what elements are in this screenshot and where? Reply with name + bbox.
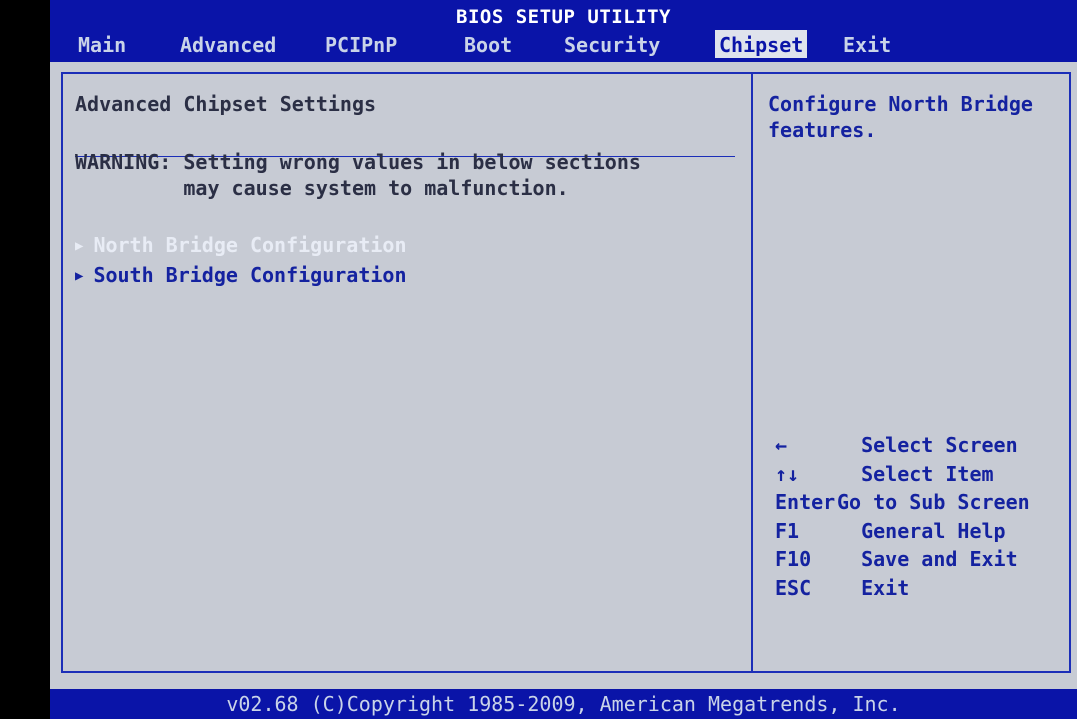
menu-chipset[interactable]: Chipset [715, 30, 808, 58]
copyright-footer: v02.68 (C)Copyright 1985-2009, American … [50, 689, 1077, 719]
north-bridge-config-item[interactable]: ▶ North Bridge Configuration [75, 232, 407, 259]
key-desc: Go to Sub Screen [837, 490, 1030, 514]
key-desc: Select Item [837, 461, 994, 486]
key-desc: Save and Exit [837, 547, 1018, 571]
left-black-strip [0, 0, 50, 719]
menu-security[interactable]: Security [560, 30, 664, 58]
key-name: F1 [775, 518, 800, 543]
key-desc: Exit [837, 575, 910, 600]
submenu-label: South Bridge Configuration [93, 263, 407, 287]
title-bar: BIOS SETUP UTILITY [50, 0, 1077, 30]
key-desc: Select Screen [837, 433, 1018, 457]
menu-boot[interactable]: Boot [460, 30, 516, 58]
menu-advanced[interactable]: Advanced [176, 30, 280, 58]
key-legend-row: F10 Save and Exit [775, 545, 1030, 574]
left-arrow-key-icon: ← [775, 433, 788, 457]
help-text: Configure North Bridge features. [768, 92, 1033, 142]
menu-pcipnp[interactable]: PCIPnP [321, 30, 401, 58]
key-legend-row: ← Select Screen [775, 431, 1030, 460]
key-legend-row: ↑↓ Select Item [775, 460, 1030, 489]
submenu-arrow-icon: ▶ [75, 238, 84, 254]
key-legend-row: ESC Exit [775, 574, 1030, 603]
submenu-arrow-icon: ▶ [75, 268, 84, 284]
menu-exit[interactable]: Exit [839, 30, 895, 58]
menu-main[interactable]: Main [74, 30, 130, 58]
key-desc: General Help [837, 518, 1006, 543]
key-name: ESC [775, 575, 812, 600]
submenu-label: North Bridge Configuration [93, 233, 407, 257]
up-down-arrow-key-icon: ↑↓ [775, 461, 800, 486]
page-title: Advanced Chipset Settings [75, 92, 377, 116]
key-legend-row: Enter Go to Sub Screen [775, 488, 1030, 517]
key-legend: ← Select Screen ↑↓ Select Item Enter Go t… [775, 431, 1030, 602]
south-bridge-config-item[interactable]: ▶ South Bridge Configuration [75, 262, 407, 289]
key-name: Enter [775, 490, 836, 514]
key-name: F10 [775, 547, 812, 571]
key-legend-row: F1 General Help [775, 517, 1030, 546]
menu-bar: Main Advanced PCIPnP Boot Security Chips… [50, 28, 1077, 62]
warning-text: WARNING: Setting wrong values in below s… [75, 150, 641, 200]
bios-screen: BIOS SETUP UTILITY Main Advanced PCIPnP … [0, 0, 1077, 719]
